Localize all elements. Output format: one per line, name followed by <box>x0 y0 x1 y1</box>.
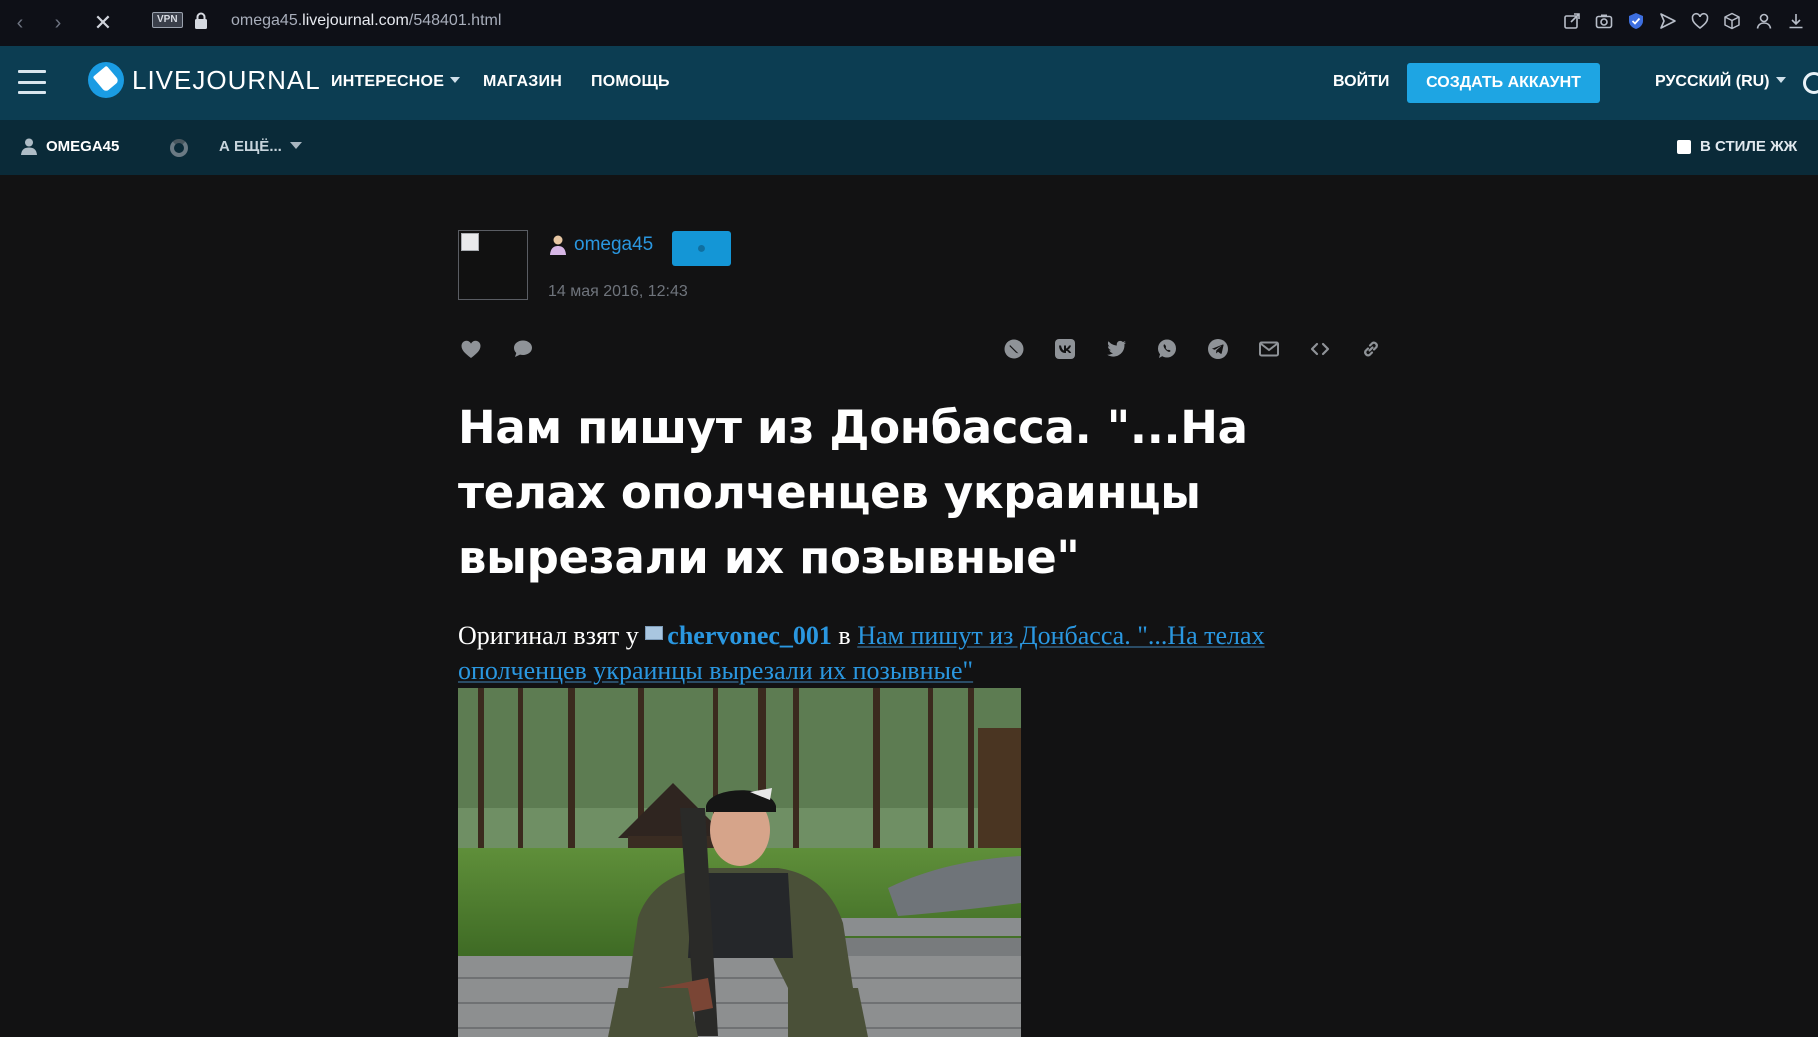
create-account-button[interactable]: СОЗДАТЬ АККАУНТ <box>1407 63 1600 103</box>
site-header: LIVEJOURNAL ИНТЕРЕСНОЕ МАГАЗИН ПОМОЩЬ ВО… <box>0 46 1818 120</box>
url-subdomain: omega45. <box>231 12 303 29</box>
style-checkbox[interactable] <box>1677 139 1691 154</box>
browser-tools <box>1562 10 1806 32</box>
cube-icon[interactable] <box>1722 10 1742 32</box>
whatsapp-icon[interactable] <box>1154 336 1180 362</box>
journal-icon[interactable] <box>645 626 664 640</box>
nav-interesting-label: ИНТЕРЕСНОЕ <box>331 73 445 90</box>
chevron-down-icon <box>1775 77 1786 83</box>
plus-icon: ● <box>696 239 707 257</box>
search-icon[interactable] <box>1803 72 1818 94</box>
language-label: РУССКИЙ (RU) <box>1655 73 1770 90</box>
subscribe-button[interactable]: ● <box>672 231 731 266</box>
more-menu-label: А ЕЩЁ... <box>219 138 282 155</box>
nav-shop[interactable]: МАГАЗИН <box>483 73 562 91</box>
shield-icon[interactable] <box>1626 10 1646 32</box>
loading-spinner-icon <box>170 139 188 157</box>
forward-icon[interactable]: › <box>46 11 70 35</box>
journal-subbar: OMEGA45 А ЕЩЁ... В СТИЛЕ ЖЖ <box>0 120 1818 175</box>
nav-help[interactable]: ПОМОЩЬ <box>591 73 670 91</box>
heart-icon[interactable] <box>1690 10 1710 32</box>
style-toggle-label: В СТИЛЕ ЖЖ <box>1700 138 1798 155</box>
original-source-in: в <box>831 621 858 650</box>
browser-toolbar: ‹ › ✕ VPN omega45.livejournal.com/548401… <box>0 0 1818 46</box>
vpn-badge[interactable]: VPN <box>152 12 183 28</box>
livejournal-logo-icon <box>88 62 124 98</box>
url-path: /548401.html <box>408 12 502 29</box>
journal-user-link[interactable]: OMEGA45 <box>20 137 119 155</box>
profile-icon[interactable] <box>1754 10 1774 32</box>
twitter-icon[interactable] <box>1103 336 1129 362</box>
author-avatar[interactable] <box>458 230 528 300</box>
journal-username: OMEGA45 <box>46 137 120 155</box>
url-host: livejournal.com <box>302 12 409 29</box>
post-title: Нам пишут из Донбасса. "...На телах опол… <box>458 401 1248 584</box>
like-heart-icon[interactable] <box>458 336 484 362</box>
download-icon[interactable] <box>1786 10 1806 32</box>
post-date: 14 мая 2016, 12:43 <box>548 283 688 300</box>
broken-image-icon <box>461 233 479 251</box>
telegram-icon[interactable] <box>1205 336 1231 362</box>
menu-icon[interactable] <box>18 70 46 94</box>
user-icon <box>21 138 37 155</box>
more-menu[interactable]: А ЕЩЁ... <box>219 138 302 155</box>
lock-icon[interactable] <box>194 12 208 30</box>
language-selector[interactable]: РУССКИЙ (RU) <box>1655 73 1786 91</box>
address-bar[interactable]: omega45.livejournal.com/548401.html <box>231 12 501 30</box>
lj-style-toggle[interactable]: В СТИЛЕ ЖЖ <box>1677 138 1797 155</box>
author-info: omega45 <box>548 234 653 256</box>
chevron-down-icon <box>289 142 302 149</box>
user-icon <box>550 235 566 255</box>
chevron-down-icon <box>450 77 461 83</box>
nav-interesting[interactable]: ИНТЕРЕСНОЕ <box>331 73 461 91</box>
embed-icon[interactable] <box>1307 336 1333 362</box>
source-user-link[interactable]: chervonec_001 <box>667 621 832 650</box>
share-page-icon[interactable] <box>1562 10 1582 32</box>
livejournal-repost-icon[interactable] <box>1001 336 1027 362</box>
back-icon[interactable]: ‹ <box>8 11 32 35</box>
livejournal-logo[interactable]: LIVEJOURNAL <box>88 62 321 98</box>
login-link[interactable]: ВОЙТИ <box>1333 73 1389 91</box>
email-icon[interactable] <box>1256 336 1282 362</box>
camera-icon[interactable] <box>1594 10 1614 32</box>
share-buttons <box>1001 336 1384 362</box>
link-icon[interactable] <box>1358 336 1384 362</box>
post-actions <box>458 336 536 362</box>
author-link[interactable]: omega45 <box>574 234 653 256</box>
comment-icon[interactable] <box>510 336 536 362</box>
post-body: Оригинал взят у chervonec_001 в Нам пишу… <box>458 618 1338 688</box>
logo-text: LIVEJOURNAL <box>132 64 321 95</box>
original-source-prefix: Оригинал взят у <box>458 621 646 650</box>
vk-icon[interactable] <box>1052 336 1078 362</box>
send-icon[interactable] <box>1658 10 1678 32</box>
post-photo[interactable] <box>458 688 1021 1037</box>
stop-loading-icon[interactable]: ✕ <box>91 10 115 35</box>
